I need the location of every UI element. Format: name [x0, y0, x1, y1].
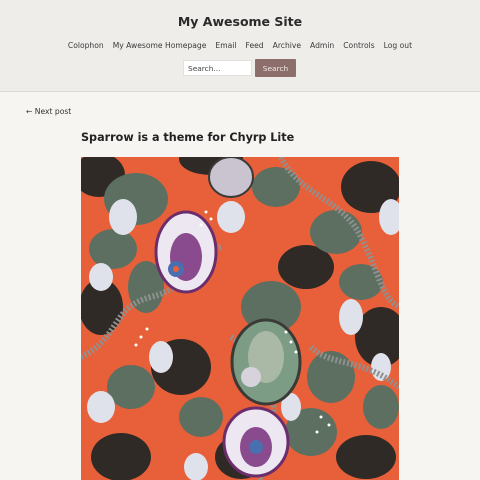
nav-link-admin[interactable]: Admin — [310, 41, 334, 50]
nav-link-log-out[interactable]: Log out — [384, 41, 412, 50]
nav-link-controls[interactable]: Controls — [343, 41, 374, 50]
next-post-link[interactable]: ← Next post — [26, 107, 71, 116]
nav-link-homepage[interactable]: My Awesome Homepage — [113, 41, 207, 50]
main-nav: Colophon My Awesome Homepage Email Feed … — [0, 41, 480, 50]
nav-link-colophon[interactable]: Colophon — [68, 41, 104, 50]
post-image — [81, 157, 399, 480]
site-header: My Awesome Site Colophon My Awesome Home… — [0, 0, 480, 92]
nav-link-feed[interactable]: Feed — [246, 41, 264, 50]
search-button[interactable]: Search — [255, 59, 296, 77]
search-form: Search — [183, 59, 296, 77]
nav-link-email[interactable]: Email — [215, 41, 236, 50]
post-title[interactable]: Sparrow is a theme for Chyrp Lite — [81, 131, 294, 144]
nav-link-archive[interactable]: Archive — [273, 41, 301, 50]
patterned-artwork — [81, 157, 399, 480]
site-title[interactable]: My Awesome Site — [0, 14, 480, 29]
search-input[interactable] — [183, 60, 252, 76]
